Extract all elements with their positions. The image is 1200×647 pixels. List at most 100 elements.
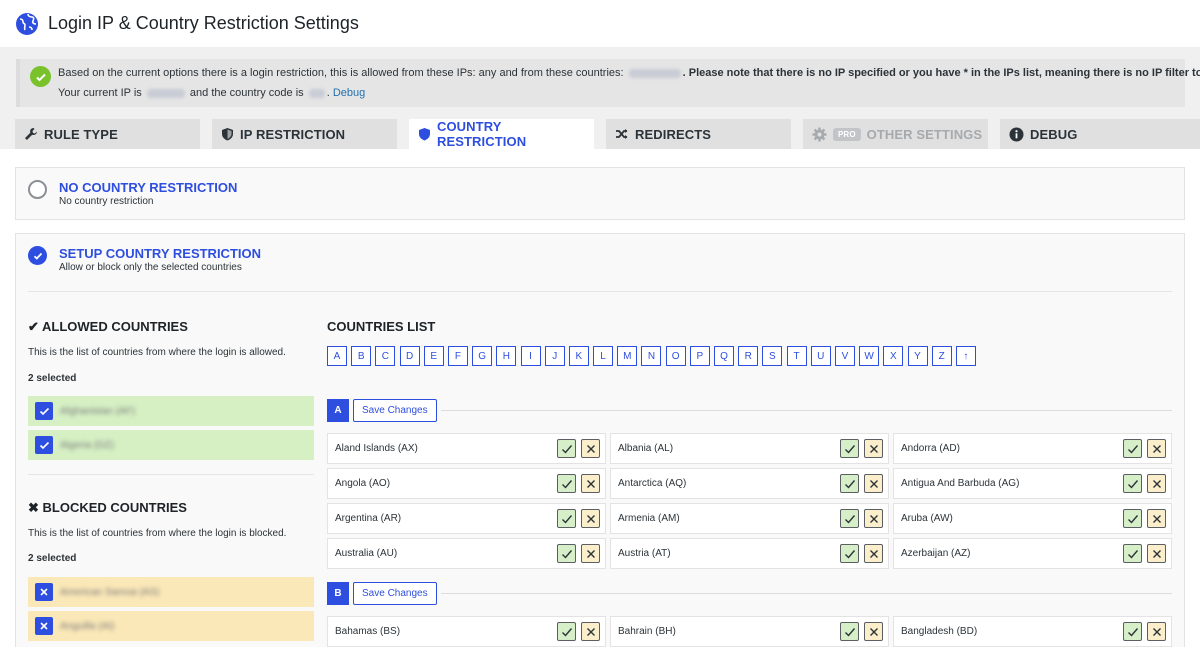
letter-link[interactable]: A [327, 346, 347, 366]
tab-other-settings[interactable]: PRO OTHER SETTINGS [803, 119, 988, 149]
allow-button[interactable] [1123, 474, 1142, 493]
allow-button[interactable] [840, 474, 859, 493]
allow-button[interactable] [1123, 622, 1142, 641]
allow-button[interactable] [840, 439, 859, 458]
group-header-a: A Save Changes [327, 399, 437, 422]
allow-button[interactable] [1123, 439, 1142, 458]
letter-link[interactable]: P [689, 346, 710, 366]
allowed-country-item[interactable]: Algeria (DZ) [28, 430, 314, 460]
block-button[interactable] [864, 622, 883, 641]
block-button[interactable] [864, 544, 883, 563]
blocked-country-item[interactable]: American Samoa (AS) [28, 577, 314, 607]
checkbox-checked[interactable] [35, 436, 53, 454]
country-name: Australia (AU) [335, 548, 398, 559]
allow-button[interactable] [557, 509, 576, 528]
tab-redirects[interactable]: REDIRECTS [606, 119, 791, 149]
letter-link[interactable]: L [593, 346, 614, 366]
allow-button[interactable] [840, 509, 859, 528]
letter-link[interactable]: W [859, 346, 880, 366]
allowed-countries-desc: This is the list of countries from where… [28, 347, 286, 358]
letter-link[interactable]: B [351, 346, 372, 366]
block-button[interactable] [581, 544, 600, 563]
wrench-icon [25, 128, 37, 140]
letter-link[interactable]: E [423, 346, 444, 366]
letter-link[interactable]: X [883, 346, 904, 366]
block-button[interactable] [1147, 544, 1166, 563]
allow-button[interactable] [840, 622, 859, 641]
allowed-countries-heading: ✔ ALLOWED COUNTRIES [28, 319, 188, 334]
tab-country-restriction[interactable]: COUNTRY RESTRICTION [409, 119, 594, 149]
allow-button[interactable] [1123, 544, 1142, 563]
country-cell: Andorra (AD) [893, 433, 1172, 464]
check-icon [561, 627, 572, 637]
country-name: Aland Islands (AX) [335, 443, 418, 454]
block-button[interactable] [1147, 509, 1166, 528]
letter-link[interactable]: M [617, 346, 638, 366]
check-icon [844, 549, 855, 559]
allowed-country-item[interactable]: Afghanistan (AF) [28, 396, 314, 426]
gear-icon [812, 126, 827, 142]
country-name-blurred: American Samoa (AS) [60, 586, 160, 598]
checkbox-checked[interactable] [35, 402, 53, 420]
block-button[interactable] [1147, 474, 1166, 493]
letter-link[interactable]: H [496, 346, 517, 366]
blocked-country-item[interactable]: Anguilla (AI) [28, 611, 314, 641]
letter-link[interactable]: Q [714, 346, 734, 366]
block-button[interactable] [581, 509, 600, 528]
save-changes-button[interactable]: Save Changes [353, 399, 437, 422]
check-icon [844, 514, 855, 524]
allow-button[interactable] [557, 622, 576, 641]
checkbox-blocked[interactable] [35, 617, 53, 635]
tab-debug[interactable]: DEBUG [1000, 119, 1200, 149]
allow-button[interactable] [557, 474, 576, 493]
letter-link[interactable]: Z [931, 346, 952, 366]
letter-link[interactable]: F [447, 346, 468, 366]
option-no-country-restriction[interactable]: NO COUNTRY RESTRICTION No country restri… [15, 167, 1185, 220]
letter-link[interactable]: K [568, 346, 589, 366]
letter-link[interactable]: V [834, 346, 855, 366]
letter-link[interactable]: N [641, 346, 662, 366]
block-button[interactable] [864, 474, 883, 493]
radio-unchecked[interactable] [28, 180, 47, 199]
block-button[interactable] [581, 474, 600, 493]
block-button[interactable] [581, 439, 600, 458]
allow-button[interactable] [1123, 509, 1142, 528]
letter-link[interactable]: T [786, 346, 807, 366]
blurred-country-code [308, 88, 325, 98]
letter-link[interactable]: C [375, 346, 396, 366]
letter-link[interactable]: S [762, 346, 783, 366]
block-button[interactable] [581, 622, 600, 641]
close-icon [586, 479, 595, 488]
block-button[interactable] [1147, 622, 1166, 641]
save-changes-button[interactable]: Save Changes [353, 582, 437, 605]
shield-icon [222, 128, 233, 141]
tab-rule-type[interactable]: RULE TYPE [15, 119, 200, 149]
letter-link[interactable]: G [472, 346, 493, 366]
letter-link[interactable]: D [399, 346, 420, 366]
tab-ip-restriction[interactable]: IP RESTRICTION [212, 119, 397, 149]
scroll-top-button[interactable]: ↑ [955, 346, 976, 366]
letter-link[interactable]: R [738, 346, 759, 366]
block-button[interactable] [864, 439, 883, 458]
allow-button[interactable] [840, 544, 859, 563]
letter-link[interactable]: I [520, 346, 541, 366]
radio-checked[interactable] [28, 246, 47, 265]
letter-link[interactable]: J [544, 346, 565, 366]
block-button[interactable] [864, 509, 883, 528]
check-icon [844, 444, 855, 454]
close-icon [1152, 627, 1161, 636]
letter-link[interactable]: Y [907, 346, 928, 366]
blocked-countries-heading: ✖ BLOCKED COUNTRIES [28, 500, 187, 515]
block-button[interactable] [1147, 439, 1166, 458]
checkbox-blocked[interactable] [35, 583, 53, 601]
allow-button[interactable] [557, 439, 576, 458]
country-name: Azerbaijan (AZ) [901, 548, 971, 559]
country-cell: Australia (AU) [327, 538, 606, 569]
debug-link[interactable]: Debug [333, 87, 365, 99]
notice-line-1: Based on the current options there is a … [58, 67, 1200, 79]
shuffle-icon [616, 129, 628, 139]
country-cell: Aruba (AW) [893, 503, 1172, 534]
allow-button[interactable] [557, 544, 576, 563]
letter-link[interactable]: O [665, 346, 686, 366]
letter-link[interactable]: U [810, 346, 831, 366]
